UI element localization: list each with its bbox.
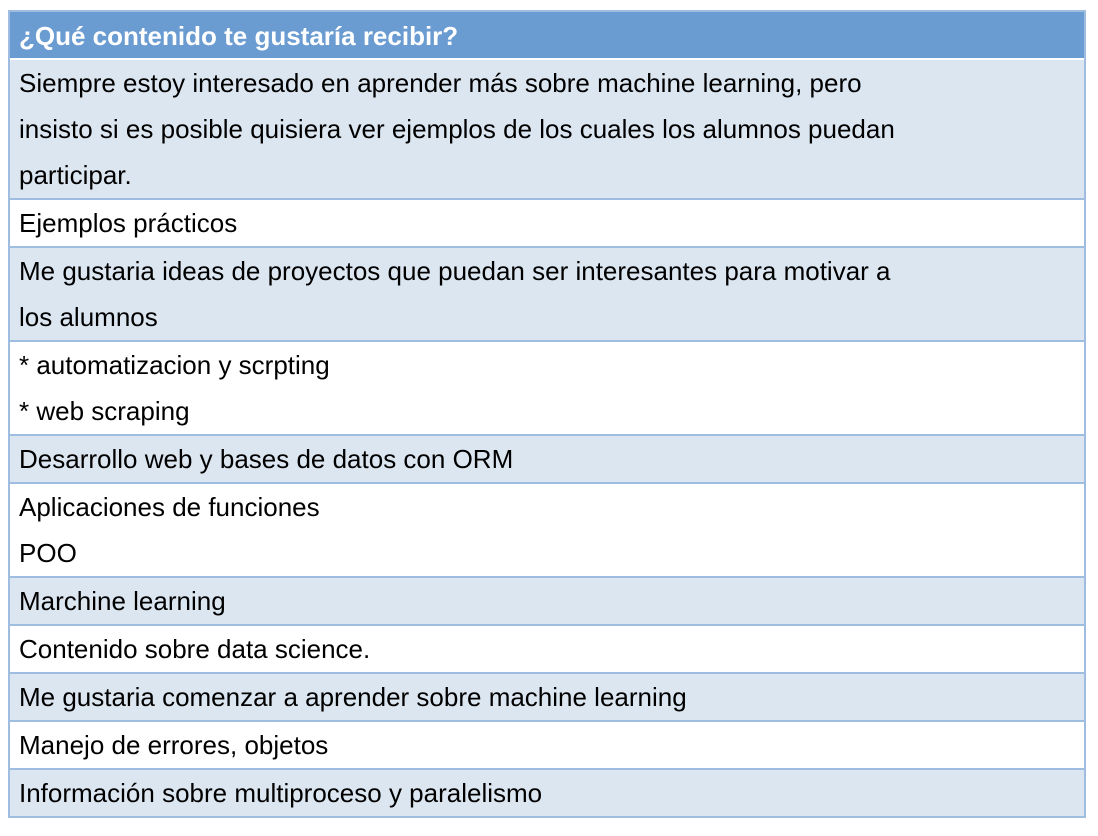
table-row: Marchine learning [10, 578, 1084, 626]
table-row: * automatizacion y scrpting * web scrapin… [10, 342, 1084, 436]
table-body: Siempre estoy interesado en aprender más… [10, 60, 1084, 818]
response-text-line: * automatizacion y scrpting [19, 350, 330, 380]
response-text-line: POO [19, 538, 77, 568]
table-row: Siempre estoy interesado en aprender más… [10, 60, 1084, 200]
response-text-line: Información sobre multiproceso y paralel… [19, 778, 543, 808]
response-text-line: los alumnos [19, 302, 158, 332]
table-row: Me gustaria ideas de proyectos que pueda… [10, 248, 1084, 342]
response-text-line: insisto si es posible quisiera ver ejemp… [19, 114, 895, 144]
table-row: Me gustaria comenzar a aprender sobre ma… [10, 674, 1084, 722]
response-text-line: Me gustaria ideas de proyectos que pueda… [19, 256, 891, 286]
table-row: Ejemplos prácticos [10, 200, 1084, 248]
table-row: Manejo de errores, objetos [10, 722, 1084, 770]
response-text-line: Aplicaciones de funciones [19, 492, 320, 522]
response-text-line: participar. [19, 160, 132, 190]
response-text-line: Desarrollo web y bases de datos con ORM [19, 444, 514, 474]
table-row: Información sobre multiproceso y paralel… [10, 770, 1084, 818]
table-header: ¿Qué contenido te gustaría recibir? [10, 12, 1084, 60]
response-text-line: Marchine learning [19, 586, 226, 616]
response-text-line: Contenido sobre data science. [19, 634, 371, 664]
table-row: Aplicaciones de funciones POO [10, 484, 1084, 578]
table-row: Desarrollo web y bases de datos con ORM [10, 436, 1084, 484]
table-row: Contenido sobre data science. [10, 626, 1084, 674]
response-text-line: Manejo de errores, objetos [19, 730, 329, 760]
response-text-line: Me gustaria comenzar a aprender sobre ma… [19, 682, 687, 712]
response-text-line: Siempre estoy interesado en aprender más… [19, 68, 862, 98]
response-text-line: * web scraping [19, 396, 190, 426]
response-text-line: Ejemplos prácticos [19, 208, 238, 238]
survey-responses-table: ¿Qué contenido te gustaría recibir? Siem… [8, 10, 1086, 818]
